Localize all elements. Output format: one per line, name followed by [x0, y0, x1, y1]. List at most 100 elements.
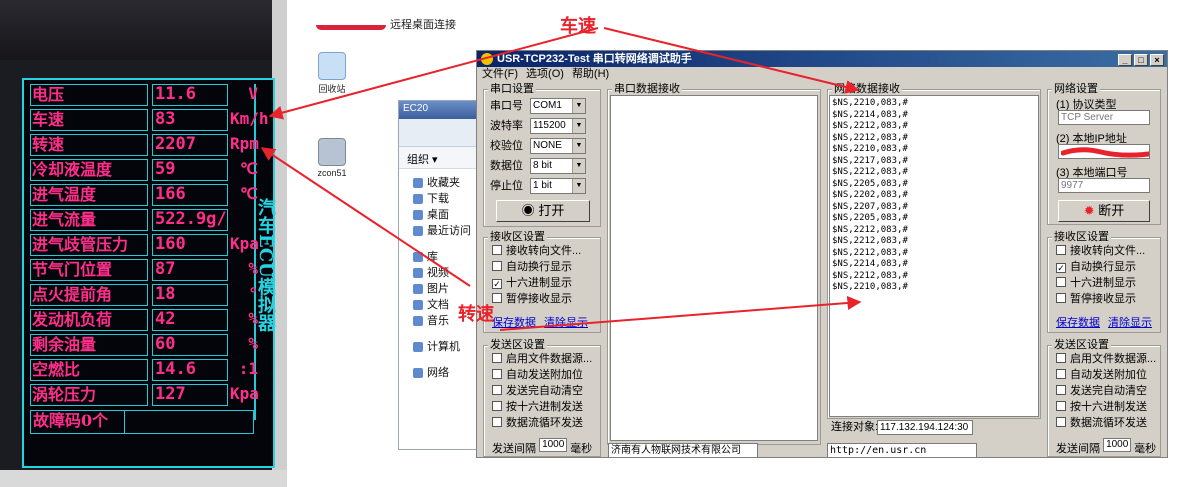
serial-field-select[interactable]: 1 bit ▼ [530, 178, 586, 194]
lcd-row-label: 剩余油量 [30, 334, 148, 356]
recycle-bin-icon[interactable]: 回收站 [312, 52, 352, 95]
net-send-input[interactable]: http://en.usr.cn [827, 443, 977, 457]
menu-item[interactable]: 帮助(H) [572, 68, 609, 80]
desktop-app-icon[interactable]: zcon51 [312, 138, 352, 178]
chevron-down-icon[interactable]: ▼ [572, 139, 585, 153]
option-checkbox[interactable]: 启用文件数据源... [492, 352, 592, 366]
serial-recv-pane[interactable] [610, 95, 818, 441]
lcd-row: 进气温度 166 ℃ [30, 184, 260, 206]
checkbox-box[interactable] [492, 417, 502, 427]
explorer-nav-bar[interactable] [399, 119, 477, 147]
option-checkbox[interactable]: 暂停接收显示 [492, 292, 572, 306]
open-port-button[interactable]: ◉ 打开 [496, 200, 590, 222]
serial-field-select[interactable]: COM1 ▼ [530, 98, 586, 114]
checkbox-box[interactable] [1056, 353, 1066, 363]
option-checkbox[interactable]: ✓ 十六进制显示 [492, 276, 572, 290]
checkmark-icon[interactable]: ✓ [1056, 263, 1066, 273]
option-checkbox[interactable]: 十六进制显示 [1056, 276, 1136, 290]
checkbox-box[interactable] [1056, 277, 1066, 287]
lcd-row: 剩余油量 60% [30, 334, 260, 356]
option-checkbox[interactable]: 接收转向文件... [1056, 244, 1145, 258]
checkbox-box[interactable] [1056, 417, 1066, 427]
explorer-nav-item[interactable]: 库 [399, 249, 477, 265]
menu-bar: 文件(F) 选项(O) 帮助(H) [477, 67, 1167, 81]
annotation-rpm: 转速 [458, 304, 494, 325]
net-recv-line: $NS,2212,083,# [832, 236, 908, 246]
option-checkbox[interactable]: 数据流循环发送 [492, 416, 583, 430]
disconnect-button[interactable]: ✹ 断开 [1058, 200, 1150, 222]
option-checkbox[interactable]: 按十六进制发送 [492, 400, 583, 414]
save-data-link-left[interactable]: 保存数据 [492, 317, 536, 329]
lcd-row: 点火提前角 18 ° [30, 284, 260, 306]
connect-target-label: 连接对象: [831, 421, 879, 433]
option-checkbox[interactable]: 发送完自动清空 [1056, 384, 1147, 398]
explorer-nav-item[interactable]: 计算机 [399, 339, 477, 355]
serial-field-select[interactable]: 8 bit ▼ [530, 158, 586, 174]
chevron-down-icon[interactable]: ▼ [572, 159, 585, 173]
option-checkbox[interactable]: 自动发送附加位 [1056, 368, 1147, 382]
option-checkbox[interactable]: 接收转向文件... [492, 244, 581, 258]
option-checkbox[interactable]: 自动换行显示 [492, 260, 572, 274]
explorer-nav-item[interactable]: 下载 [399, 191, 477, 207]
maximize-button[interactable]: □ [1134, 54, 1148, 66]
option-checkbox[interactable]: 暂停接收显示 [1056, 292, 1136, 306]
serial-field-label: 波特率 [490, 120, 523, 132]
chevron-down-icon[interactable]: ▼ [572, 99, 585, 113]
serial-field-row: 串口号 COM1 ▼ [490, 98, 594, 114]
menu-item[interactable]: 文件(F) [482, 68, 518, 80]
option-checkbox[interactable]: 自动发送附加位 [492, 368, 583, 382]
serial-field-select[interactable]: 115200 ▼ [530, 118, 586, 134]
send-interval-input-right[interactable]: 1000 [1103, 438, 1132, 452]
checkbox-box[interactable] [492, 385, 502, 395]
checkbox-box[interactable] [492, 369, 502, 379]
option-checkbox[interactable]: 发送完自动清空 [492, 384, 583, 398]
save-data-link-right[interactable]: 保存数据 [1056, 317, 1100, 329]
usr-tcp232-window: USR-TCP232-Test 串口转网络调试助手 _ □ × 文件(F) 选项(O)… [476, 50, 1168, 458]
net-recv-pane[interactable]: $NS,2210,083,# $NS,2214,083,# $NS,2212,083… [829, 95, 1039, 417]
option-checkbox[interactable]: 启用文件数据源... [1056, 352, 1156, 366]
rdp-window-title: 远程桌面连接 [316, 16, 456, 34]
chevron-down-icon[interactable]: ▼ [572, 179, 585, 193]
protocol-select[interactable]: TCP Server [1058, 110, 1150, 125]
serial-send-input[interactable]: 济南有人物联网技术有限公司 [608, 443, 758, 457]
folder-icon [413, 178, 423, 189]
explorer-nav-item[interactable]: 收藏夹 [399, 175, 477, 191]
clear-display-link-right[interactable]: 清除显示 [1108, 317, 1152, 329]
local-ip-input[interactable] [1058, 144, 1150, 159]
lcd-screen: 汽车ECU模拟器 故障码0个 电压 11.6 V 车速 83 Km/h 转速 2207 Rpm 冷… [22, 78, 276, 468]
explorer-nav-item[interactable]: 网络 [399, 365, 477, 381]
local-port-input[interactable]: 9977 [1058, 178, 1150, 193]
option-checkbox[interactable]: 数据流循环发送 [1056, 416, 1147, 430]
net-recv-line: $NS,2214,083,# [832, 109, 908, 120]
checkbox-box[interactable] [492, 353, 502, 363]
option-checkbox[interactable]: 按十六进制发送 [1056, 400, 1147, 414]
clear-display-link-left[interactable]: 清除显示 [544, 317, 588, 329]
serial-field-select[interactable]: NONE ▼ [530, 138, 586, 154]
option-checkbox[interactable]: ✓ 自动换行显示 [1056, 260, 1136, 274]
explorer-nav-item[interactable]: 视频 [399, 265, 477, 281]
checkbox-box[interactable] [1056, 293, 1066, 303]
explorer-nav-item[interactable]: 最近访问 [399, 223, 477, 239]
send-interval-input-left[interactable]: 1000 [539, 438, 568, 452]
recv-settings-right-title: 接收区设置 [1052, 230, 1111, 244]
organize-button[interactable]: 组织 ▾ [399, 147, 477, 169]
window-titlebar[interactable]: USR-TCP232-Test 串口转网络调试助手 _ □ × [477, 51, 1167, 67]
send-settings-left: 发送区设置 启用文件数据源... 自动发送附加位 发送完自动清空 按十六进制发送 数据流… [483, 338, 601, 457]
explorer-nav-item[interactable]: 桌面 [399, 207, 477, 223]
checkbox-box[interactable] [1056, 369, 1066, 379]
minimize-button[interactable]: _ [1118, 54, 1132, 66]
checkbox-box[interactable] [492, 401, 502, 411]
checkbox-box[interactable] [1056, 245, 1066, 255]
close-button[interactable]: × [1150, 54, 1164, 66]
checkbox-box[interactable] [1056, 385, 1066, 395]
explorer-nav-item[interactable]: 图片 [399, 281, 477, 297]
net-recv-line: $NS,2212,083,# [832, 121, 908, 131]
checkbox-box[interactable] [492, 261, 502, 271]
checkbox-box[interactable] [492, 245, 502, 255]
checkmark-icon[interactable]: ✓ [492, 279, 502, 289]
menu-item[interactable]: 选项(O) [526, 68, 564, 80]
net-recv-line: $NS,2207,083,# [832, 201, 908, 212]
checkbox-box[interactable] [1056, 401, 1066, 411]
chevron-down-icon[interactable]: ▼ [572, 119, 585, 133]
connect-target-select[interactable]: 117.132.194.124:30 [877, 420, 973, 435]
